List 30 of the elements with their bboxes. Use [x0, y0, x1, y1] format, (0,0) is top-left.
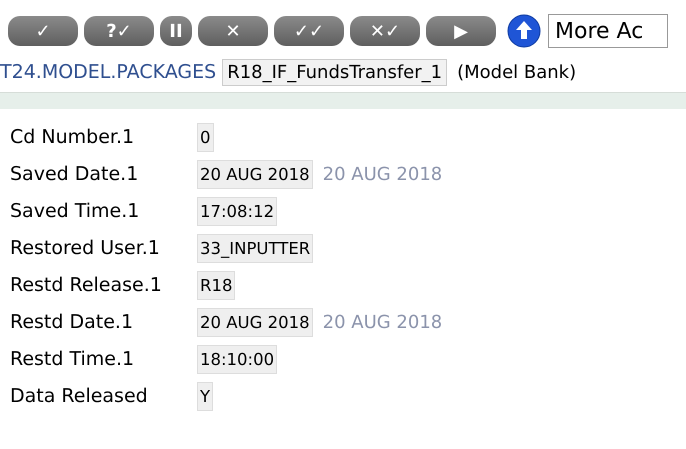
field-value: 18:10:00	[197, 344, 278, 374]
field-label: Restd Date.1	[10, 311, 134, 333]
field-value: 0	[197, 122, 214, 152]
toolbar-button[interactable]: ▶	[426, 16, 496, 46]
company-name: (Model Bank)	[457, 62, 576, 82]
field-value: 20 AUG 2018	[197, 308, 313, 336]
upload-icon[interactable]	[506, 13, 542, 49]
field-enrichment: 20 AUG 2018	[322, 164, 442, 184]
record-id-field[interactable]: R18_IF_FundsTransfer_1	[222, 58, 448, 86]
toolbar-button[interactable]: ?✓	[84, 16, 154, 46]
more-actions-field[interactable]: More Ac	[548, 14, 668, 48]
field-label: Restd Time.1	[10, 348, 136, 370]
field-label: Saved Date.1	[10, 163, 140, 185]
field-label: Saved Time.1	[10, 200, 140, 222]
field-enrichment: 20 AUG 2018	[322, 312, 442, 332]
toolbar-button[interactable]: ✓✓	[274, 16, 344, 46]
field-value: 17:08:12	[197, 196, 278, 226]
field-value: 33_INPUTTER	[197, 234, 314, 262]
field-label: Restored User.1	[10, 237, 161, 259]
field-label: Cd Number.1	[10, 126, 136, 148]
field-label: Data Released	[10, 385, 149, 407]
field-label: Restd Release.1	[10, 274, 163, 296]
toolbar-button[interactable]: ✕✓	[350, 16, 420, 46]
toolbar-button[interactable]: ✕	[198, 16, 268, 46]
application-name: T24.MODEL.PACKAGES	[0, 61, 216, 83]
field-value: 20 AUG 2018	[197, 160, 313, 188]
toolbar-button[interactable]: ✓	[8, 16, 78, 46]
toolbar-button[interactable]: II	[160, 16, 192, 46]
field-value: Y	[197, 382, 214, 410]
field-value: R18	[197, 270, 236, 300]
